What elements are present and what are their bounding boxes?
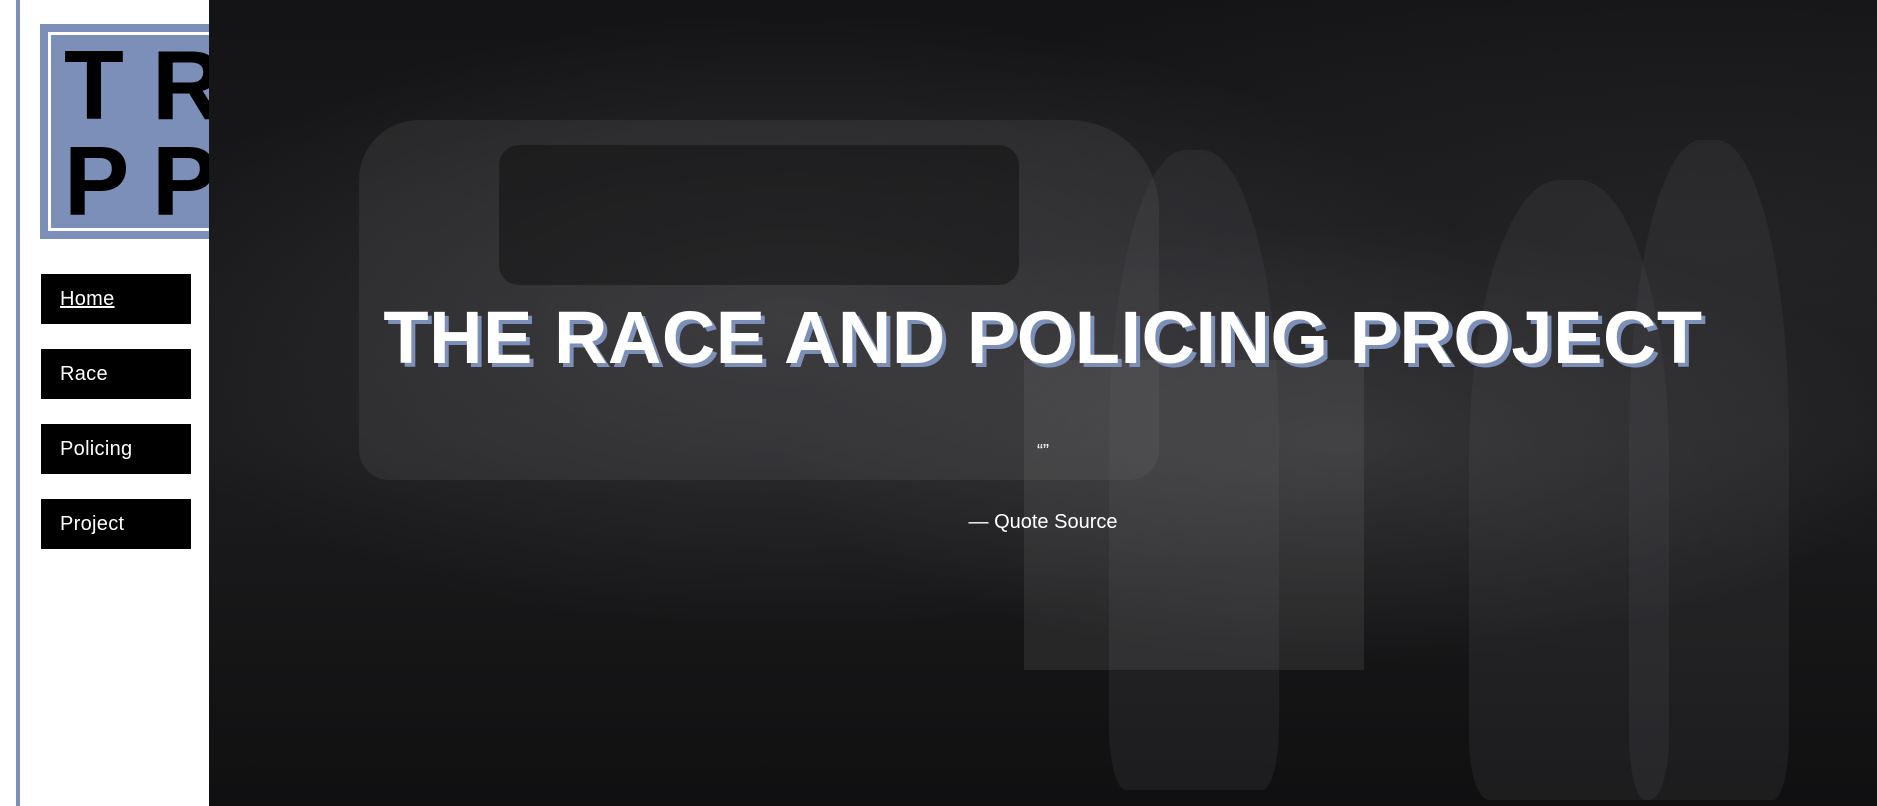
hero-background-windshield [499, 145, 1019, 285]
hero-background-figure [1629, 140, 1789, 800]
logo-letter-p1: P [64, 126, 130, 236]
nav-item-race[interactable]: Race [41, 349, 191, 399]
nav-item-policing[interactable]: Policing [41, 424, 191, 474]
hero-quote: “” [1037, 441, 1049, 461]
nav-item-home[interactable]: Home [41, 274, 191, 324]
hero-title: THE RACE AND POLICING PROJECT [383, 296, 1703, 379]
logo-letter-p2: P [152, 126, 218, 236]
nav-item-project[interactable]: Project [41, 499, 191, 549]
hero-quote-source: — Quote Source [968, 511, 1118, 533]
main-nav: Home Race Policing Project [41, 274, 191, 574]
hero-banner: THE RACE AND POLICING PROJECT “” — Quote… [209, 0, 1877, 806]
page: T R P P Home Race Policing Project THE R… [0, 0, 1877, 806]
logo-letter-t: T [64, 30, 124, 140]
